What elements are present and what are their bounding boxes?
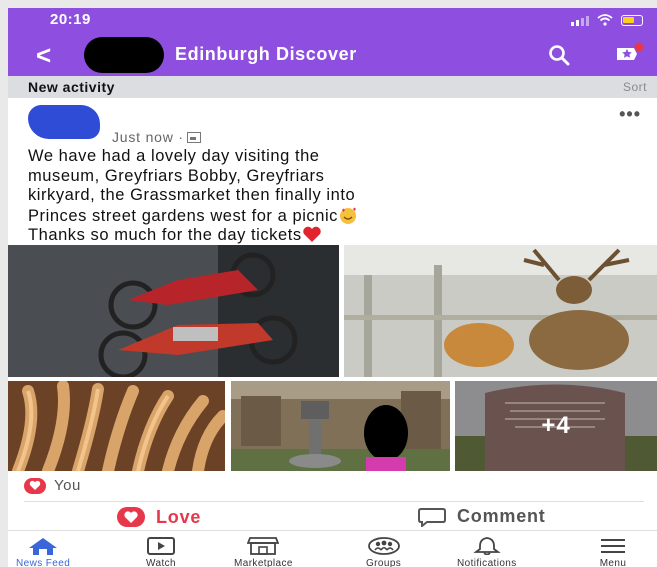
divider xyxy=(24,501,644,502)
privacy-icon xyxy=(186,132,201,143)
post-time-label: Just now · xyxy=(112,129,184,145)
home-icon xyxy=(29,538,58,555)
post-text-line: Thanks so much for the day tickets xyxy=(28,226,653,246)
photo-organ-pipes[interactable] xyxy=(8,381,225,471)
post-more-button[interactable]: ••• xyxy=(619,104,641,125)
redacted-poster-name xyxy=(28,105,100,139)
tab-menu[interactable]: Menu xyxy=(598,537,628,567)
post-text: We have had a lovely day visiting the mu… xyxy=(28,147,653,246)
menu-icon xyxy=(601,539,625,553)
love-reaction-icon xyxy=(24,477,46,494)
post-text-line: We have had a lovely day visiting the xyxy=(28,147,320,165)
red-heart-emoji-icon xyxy=(302,226,321,242)
photo-motorcycles[interactable] xyxy=(8,245,339,377)
watch-icon xyxy=(147,537,175,555)
tab-marketplace[interactable]: Marketplace xyxy=(234,537,293,567)
post-text-line: Princes street gardens west for a picnic xyxy=(28,206,653,227)
signal-icon xyxy=(571,15,589,26)
tab-news-feed[interactable]: News Feed xyxy=(16,537,70,567)
post-text-line: kirkyard, the Grassmarket then finally i… xyxy=(28,186,356,204)
search-icon[interactable] xyxy=(548,44,570,66)
love-icon xyxy=(117,507,145,527)
bottom-tab-bar: News Feed Watch Marketplace Groups Notif… xyxy=(8,530,657,567)
app-screen: 20:19 < Edinburgh Discover New activity xyxy=(8,8,657,567)
tab-notifications[interactable]: Notifications xyxy=(457,537,517,567)
marketplace-icon xyxy=(247,537,280,555)
back-button[interactable]: < xyxy=(36,40,51,71)
battery-icon xyxy=(621,14,643,26)
section-header: New activity Sort xyxy=(8,76,657,98)
tab-label: Notifications xyxy=(457,558,517,567)
tab-watch[interactable]: Watch xyxy=(146,537,176,567)
status-bar: 20:19 xyxy=(8,8,657,34)
section-title: New activity xyxy=(28,79,115,95)
photo-greyfriars-bobby-statue[interactable] xyxy=(231,381,450,471)
redacted-avatar xyxy=(84,37,164,73)
bell-icon xyxy=(473,537,501,555)
wifi-icon xyxy=(597,14,613,26)
more-photos-overlay[interactable]: +4 xyxy=(455,381,657,471)
reaction-summary[interactable]: You xyxy=(24,477,81,494)
tab-label: Marketplace xyxy=(234,558,293,567)
post-text-line-content: Thanks so much for the day tickets xyxy=(28,226,302,244)
post-text-line: museum, Greyfriars Bobby, Greyfriars xyxy=(28,166,325,185)
tab-label: Watch xyxy=(146,558,176,567)
tab-label: News Feed xyxy=(16,558,71,567)
comment-icon xyxy=(418,507,446,527)
post-text-line-content: Princes street gardens west for a picnic xyxy=(28,206,338,225)
post-timestamp: Just now · xyxy=(112,129,201,145)
tab-groups[interactable]: Groups xyxy=(366,537,401,567)
comment-button[interactable]: Comment xyxy=(417,506,546,527)
tab-label: Menu xyxy=(599,558,627,567)
groups-icon xyxy=(367,537,400,555)
nav-bar: < Edinburgh Discover xyxy=(8,34,657,76)
smiling-hearts-emoji-icon xyxy=(339,207,356,224)
photo-museum-stag[interactable] xyxy=(344,245,657,377)
sort-button[interactable]: Sort xyxy=(623,80,647,94)
love-button[interactable]: Love xyxy=(116,506,201,528)
status-time: 20:19 xyxy=(50,11,91,28)
comment-label: Comment xyxy=(457,506,546,526)
page-title: Edinburgh Discover xyxy=(175,44,357,64)
reaction-count-label: You xyxy=(54,477,81,494)
status-icons xyxy=(571,14,643,26)
tab-label: Groups xyxy=(366,558,402,567)
love-label: Love xyxy=(156,506,202,527)
admin-badge-icon[interactable] xyxy=(614,42,644,66)
photo-greyfriars-headstone[interactable]: +4 xyxy=(455,381,657,471)
